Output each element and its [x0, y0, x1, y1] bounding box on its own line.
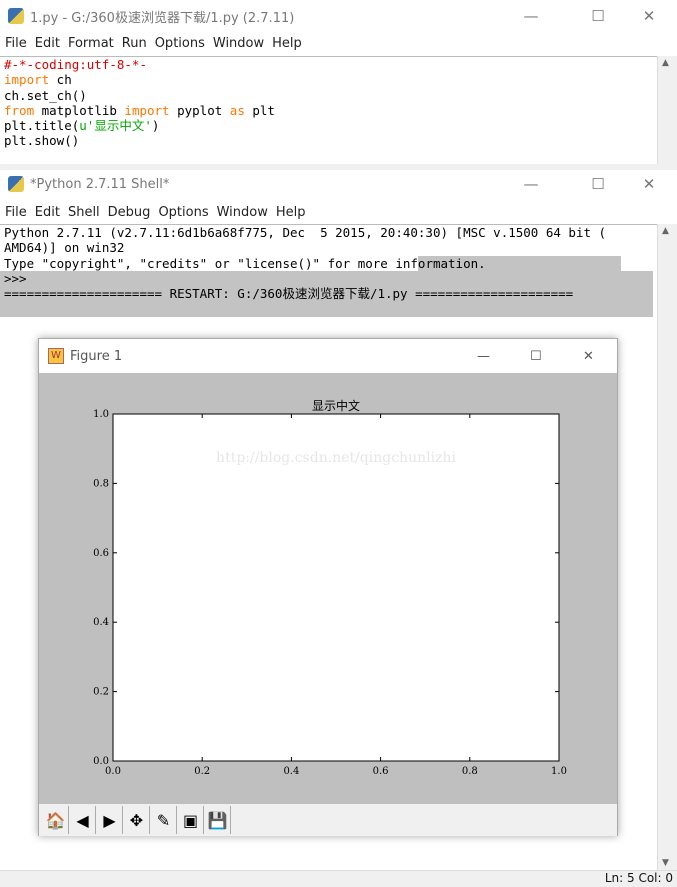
figure-window: W Figure 1 — ☐ ✕ 显示中文 http://blog.csdn.ne…: [38, 338, 618, 836]
figure-toolbar: 🏠 ◀ ▶ ✥ ✎ ▣ 💾: [39, 804, 617, 836]
code-line: plt.show(): [4, 133, 80, 149]
forward-button[interactable]: ▶: [97, 806, 123, 834]
shell-restart-line: ===================== RESTART: G:/360极速浏…: [4, 286, 574, 302]
x-tick-label: 0.2: [194, 766, 210, 777]
shell-menubar: File Edit Shell Debug Options Window Help: [0, 201, 677, 223]
editor-minimize-button[interactable]: —: [508, 0, 554, 32]
x-tick-label: 0.8: [462, 766, 478, 777]
figure-minimize-button[interactable]: —: [477, 349, 490, 364]
subplots-button[interactable]: ▣: [178, 806, 204, 834]
menu-help[interactable]: Help: [276, 205, 306, 220]
axes-area: [112, 413, 560, 762]
editor-close-button[interactable]: ✕: [626, 0, 672, 32]
matplotlib-icon: W: [48, 348, 64, 364]
idle-icon: [8, 8, 24, 24]
shell-line: ormation.: [417, 255, 621, 271]
figure-title: Figure 1: [70, 348, 123, 364]
menu-window[interactable]: Window: [217, 205, 268, 220]
figure-titlebar: W Figure 1 — ☐ ✕: [39, 339, 617, 373]
menu-options[interactable]: Options: [158, 205, 208, 220]
figure-close-button[interactable]: ✕: [583, 349, 594, 364]
editor-maximize-button[interactable]: ☐: [575, 0, 621, 32]
figure-canvas: 显示中文 http://blog.csdn.net/qingchunlizhi 0.…: [39, 373, 617, 804]
shell-title: *Python 2.7.11 Shell*: [30, 176, 170, 192]
shell-maximize-button[interactable]: ☐: [575, 168, 621, 200]
shell-minimize-button[interactable]: —: [508, 168, 554, 200]
menu-edit[interactable]: Edit: [35, 36, 60, 51]
shell-line: AMD64)] on win32: [4, 240, 125, 256]
back-button[interactable]: ◀: [70, 806, 96, 834]
plot: 显示中文 http://blog.csdn.net/qingchunlizhi 0.…: [93, 398, 567, 777]
code-line: ch.set_ch(): [4, 87, 87, 103]
shell-scrollbar[interactable]: ▲ ▼: [657, 224, 677, 870]
pan-button[interactable]: ✥: [124, 806, 150, 834]
menu-format[interactable]: Format: [68, 36, 114, 51]
y-tick-label: 1.0: [93, 409, 109, 420]
editor-text-area[interactable]: #-*-coding:utf-8-*- import ch ch.set_ch() f…: [0, 56, 657, 164]
chart-title: 显示中文: [312, 398, 360, 413]
save-button[interactable]: 💾: [205, 806, 231, 834]
x-tick-label: 1.0: [551, 766, 567, 777]
zoom-rect-button[interactable]: ✎: [151, 806, 177, 834]
menu-file[interactable]: File: [5, 36, 27, 51]
editor-scrollbar[interactable]: ▲: [657, 56, 677, 164]
figure-maximize-button[interactable]: ☐: [530, 349, 542, 364]
y-tick-label: 0.2: [93, 687, 109, 698]
shell-line: Type "copyright", "credits" or "license(…: [4, 255, 418, 271]
shell-prompt: >>>: [4, 270, 27, 286]
menu-help[interactable]: Help: [272, 36, 302, 51]
code-line: import ch: [4, 72, 72, 88]
menu-edit[interactable]: Edit: [35, 205, 60, 220]
editor-title: 1.py - G:/360极速浏览器下载/1.py (2.7.11): [30, 10, 295, 26]
code-line: #-*-coding:utf-8-*-: [4, 57, 147, 72]
x-tick-label: 0.6: [373, 766, 389, 777]
menu-options[interactable]: Options: [155, 36, 205, 51]
shell-close-button[interactable]: ✕: [626, 168, 672, 200]
code-line: plt.title(u'显示中文'): [4, 118, 160, 134]
menu-shell[interactable]: Shell: [68, 205, 100, 220]
watermark: http://blog.csdn.net/qingchunlizhi: [216, 450, 456, 466]
menu-run[interactable]: Run: [122, 36, 147, 51]
menu-debug[interactable]: Debug: [108, 205, 151, 220]
editor-menubar: File Edit Format Run Options Window Help: [0, 32, 677, 54]
home-button[interactable]: 🏠: [43, 806, 69, 834]
code-line: from matplotlib import pyplot as plt: [4, 102, 275, 118]
menu-window[interactable]: Window: [213, 36, 264, 51]
x-tick-label: 0.0: [105, 766, 121, 777]
menu-file[interactable]: File: [5, 205, 27, 220]
y-tick-label: 0.4: [93, 617, 109, 628]
x-tick-label: 0.4: [283, 766, 299, 777]
status-bar: Ln: 5 Col: 0: [0, 870, 677, 887]
y-tick-label: 0.6: [93, 548, 109, 559]
idle-icon: [8, 176, 24, 192]
y-tick-label: 0.0: [93, 756, 109, 767]
y-tick-label: 0.8: [93, 478, 109, 489]
shell-line: Python 2.7.11 (v2.7.11:6d1b6a68f775, Dec…: [4, 225, 607, 240]
